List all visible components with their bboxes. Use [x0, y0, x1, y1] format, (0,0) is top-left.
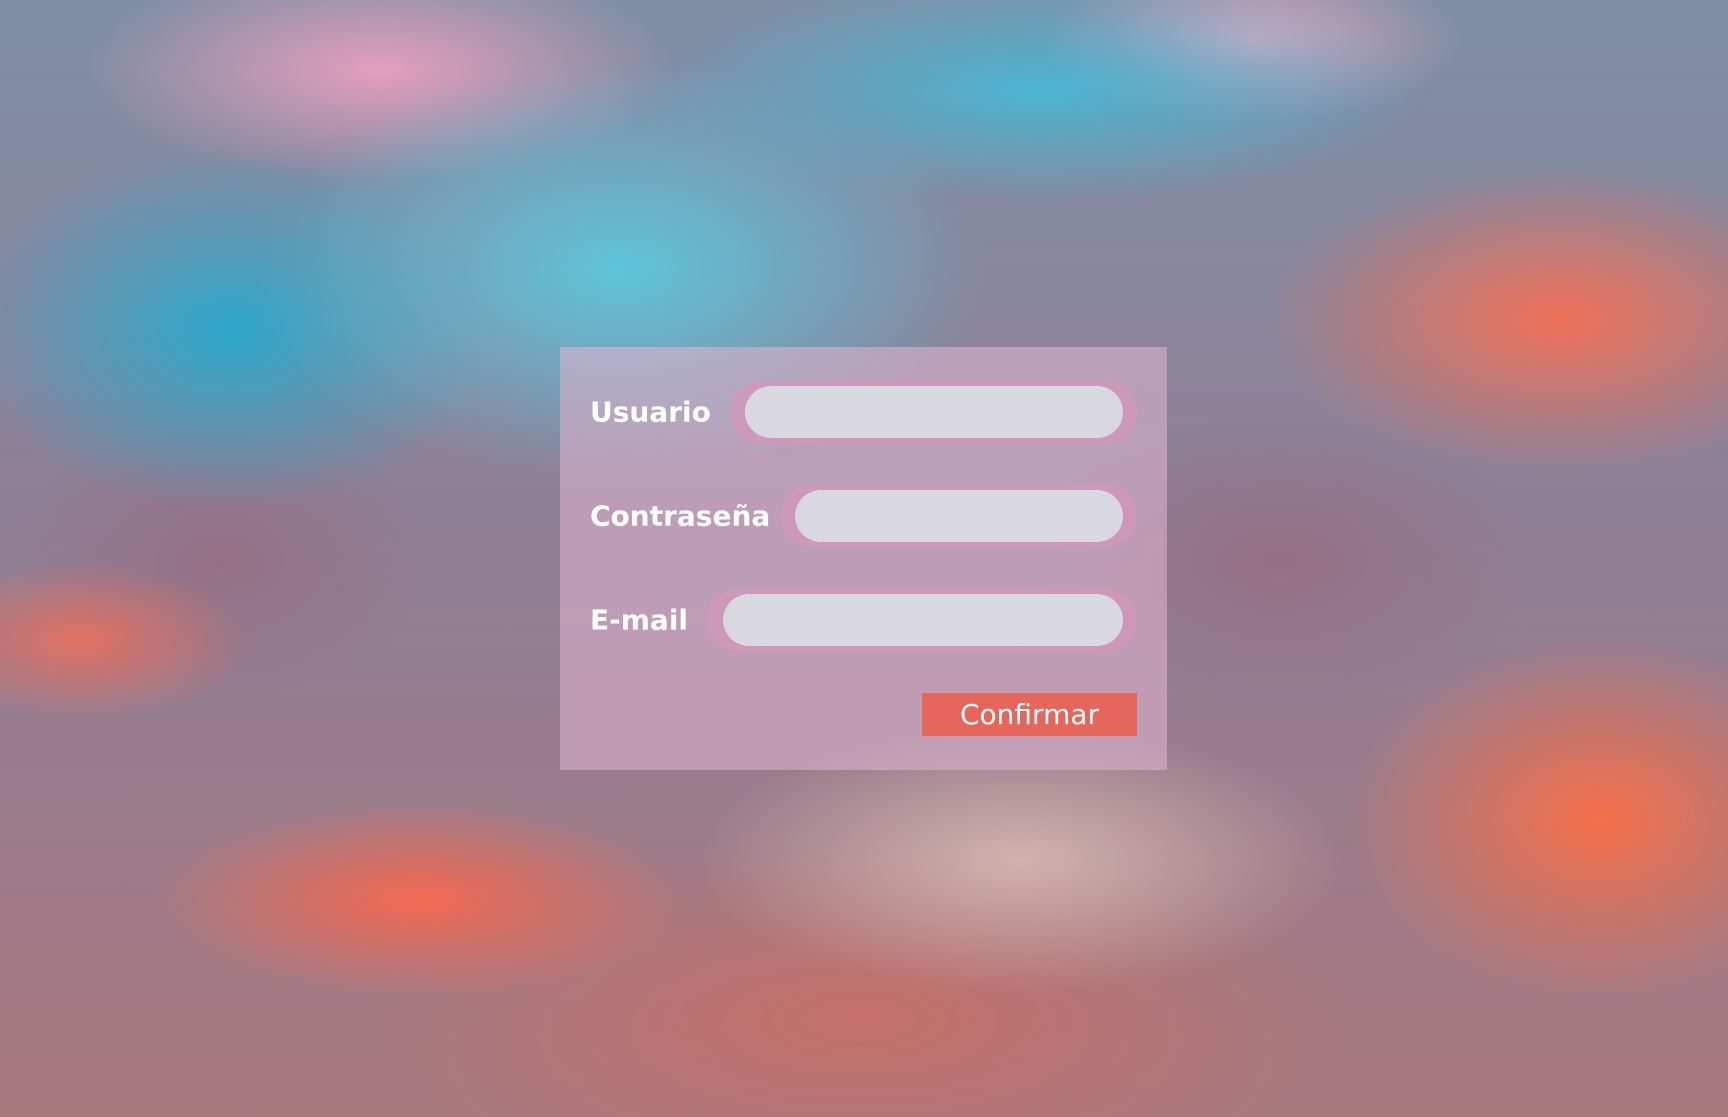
usuario-label: Usuario — [590, 395, 711, 429]
usuario-field-ring — [730, 381, 1137, 443]
field-row-contrasena: Contraseña — [590, 485, 1137, 547]
confirm-button[interactable]: Confirmar — [922, 693, 1137, 736]
field-row-usuario: Usuario — [590, 381, 1137, 443]
contrasena-field-ring — [781, 485, 1137, 547]
email-label: E-mail — [590, 603, 689, 637]
email-field-ring — [707, 589, 1137, 651]
field-row-email: E-mail — [590, 589, 1137, 651]
usuario-input[interactable] — [745, 386, 1123, 438]
login-form-card: Usuario Contraseña E-mail Confirmar — [560, 347, 1167, 770]
email-input[interactable] — [723, 594, 1123, 646]
contrasena-label: Contraseña — [590, 499, 771, 533]
contrasena-input[interactable] — [795, 490, 1123, 542]
